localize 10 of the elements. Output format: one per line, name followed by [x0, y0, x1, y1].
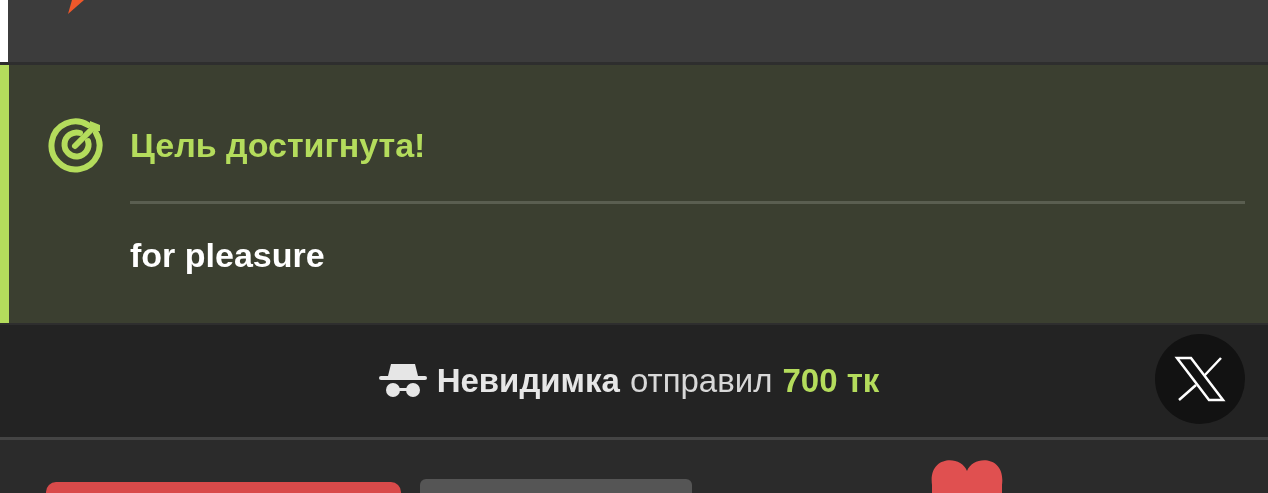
target-icon [48, 117, 104, 173]
amount-text: 700 тк [782, 362, 880, 400]
goal-title: Цель достигнута! [130, 125, 426, 165]
incognito-icon [378, 362, 427, 400]
edge-strip [0, 0, 8, 62]
x-logo-icon [1174, 356, 1226, 402]
sender-name: Невидимка [436, 362, 620, 400]
goal-description: for pleasure [130, 236, 326, 275]
lightning-icon [68, 0, 84, 14]
action-text: отправил [629, 362, 773, 400]
